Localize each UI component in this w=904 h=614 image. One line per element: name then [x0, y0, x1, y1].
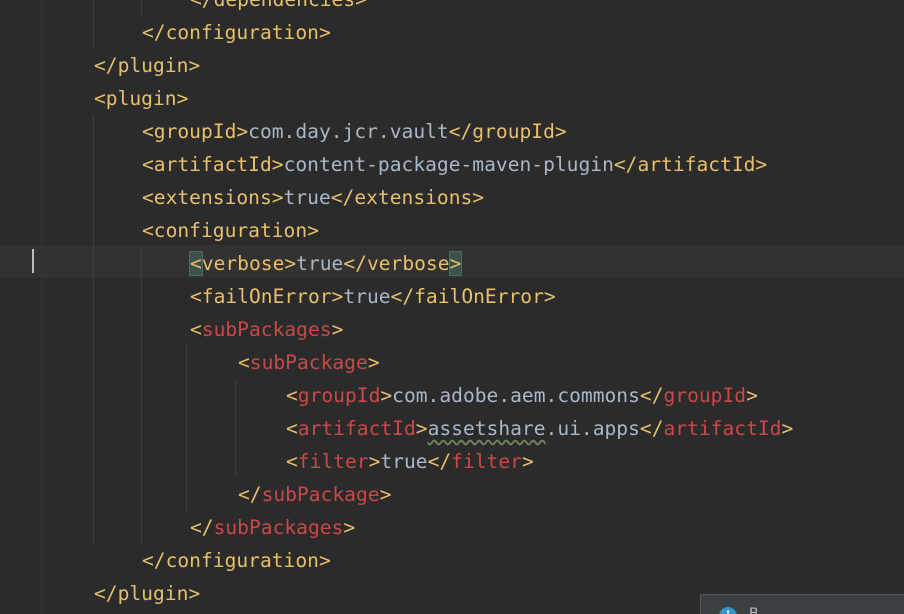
code-token: <	[286, 417, 298, 440]
code-token: true	[283, 186, 331, 209]
code-token: </	[238, 483, 262, 506]
code-line[interactable]: <groupId>com.adobe.aem.commons</groupId>	[286, 379, 758, 412]
code-line[interactable]: <subPackages>	[190, 313, 343, 346]
code-line[interactable]: <filter>true</filter>	[286, 445, 534, 478]
code-token: true	[343, 285, 391, 308]
code-token: true	[380, 450, 428, 473]
code-token: <	[286, 384, 298, 407]
indent-guide	[93, 0, 94, 49]
indent-guide	[235, 379, 236, 477]
code-line[interactable]: </configuration>	[142, 544, 331, 577]
code-token: >	[331, 318, 344, 341]
code-token: </dependencies>	[190, 0, 367, 11]
indent-guide	[141, 0, 142, 15]
indent-guide	[93, 115, 94, 543]
code-line[interactable]: </plugin>	[94, 49, 200, 82]
code-token: <failOnError>	[190, 285, 344, 308]
code-token: </plugin>	[94, 54, 201, 77]
code-token: artifactId	[297, 417, 416, 440]
code-token: true	[296, 252, 344, 275]
code-token: </	[190, 516, 214, 539]
code-token: >	[448, 251, 463, 276]
text-caret	[32, 249, 34, 273]
code-token: >	[781, 417, 794, 440]
code-line[interactable]: <groupId>com.day.jcr.vault</groupId>	[142, 115, 567, 148]
code-token: >	[343, 516, 356, 539]
code-line[interactable]: </plugin>	[94, 577, 200, 610]
code-token: filter	[297, 450, 369, 473]
code-token: >	[380, 384, 393, 407]
code-token: <extensions>	[142, 186, 284, 209]
code-token: subPackages	[213, 516, 344, 539]
code-token: >	[521, 450, 534, 473]
code-line[interactable]: </configuration>	[142, 16, 331, 49]
code-token: </verbose	[343, 252, 450, 275]
code-token: artifactId	[663, 417, 782, 440]
code-token: >	[379, 483, 392, 506]
code-token: </configuration>	[142, 21, 331, 44]
code-token: .ui.apps	[545, 417, 640, 440]
code-line[interactable]: <artifactId>assetshare.ui.apps</artifact…	[286, 412, 793, 445]
code-editor[interactable]: </dependencies> </configuration> </plugin>…	[0, 0, 904, 614]
code-token: </	[427, 450, 452, 473]
code-line[interactable]: <configuration>	[142, 214, 319, 247]
code-token: groupId	[297, 384, 381, 407]
code-token: <groupId>	[142, 120, 249, 143]
code-token: com.day.jcr.vault	[248, 120, 449, 143]
code-line[interactable]: <extensions>true</extensions>	[142, 181, 484, 214]
code-token: </artifactId>	[613, 153, 768, 176]
code-line[interactable]: <plugin>	[94, 82, 188, 115]
code-token: content-package-maven-plugin	[283, 153, 614, 176]
notification-text: B	[749, 606, 759, 614]
code-token: >	[415, 417, 428, 440]
code-line[interactable]: <failOnError>true</failOnError>	[190, 280, 556, 313]
code-token: >	[368, 450, 381, 473]
code-token: <configuration>	[142, 219, 319, 242]
code-token: <artifactId>	[142, 153, 284, 176]
code-token: </groupId>	[448, 120, 567, 143]
code-token: com.adobe.aem.commons	[392, 384, 640, 407]
code-token: </extensions>	[330, 186, 485, 209]
info-icon: i	[719, 607, 737, 614]
code-token: </	[639, 384, 664, 407]
code-token: <	[238, 351, 250, 374]
code-token: <	[190, 318, 202, 341]
notification-balloon[interactable]: i B	[700, 594, 904, 614]
indent-guide	[186, 346, 187, 510]
code-token: subPackages	[201, 318, 332, 341]
code-token: subPackage	[261, 483, 380, 506]
code-token: assetshare	[427, 417, 546, 440]
code-token: </failOnError>	[390, 285, 556, 308]
code-line[interactable]: </subPackage>	[238, 478, 391, 511]
indent-guide	[141, 247, 142, 543]
code-token: groupId	[663, 384, 747, 407]
code-token: </	[639, 417, 664, 440]
code-line-current[interactable]: <verbose>true</verbose>	[189, 247, 463, 280]
code-token: <	[189, 251, 203, 276]
code-token: </configuration>	[142, 549, 331, 572]
code-line[interactable]: </subPackages>	[190, 511, 355, 544]
code-token: <	[286, 450, 298, 473]
code-line[interactable]: <artifactId>content-package-maven-plugin…	[142, 148, 767, 181]
code-line[interactable]: <subPackage>	[238, 346, 380, 379]
code-token: filter	[451, 450, 522, 473]
code-token: </plugin>	[94, 582, 201, 605]
gutter-edge	[41, 0, 42, 614]
code-token: verbose>	[201, 252, 297, 275]
code-line[interactable]: </dependencies>	[190, 0, 367, 16]
code-token: subPackage	[249, 351, 368, 374]
code-token: <plugin>	[94, 87, 189, 110]
code-token: >	[367, 351, 380, 374]
code-token: >	[746, 384, 758, 407]
